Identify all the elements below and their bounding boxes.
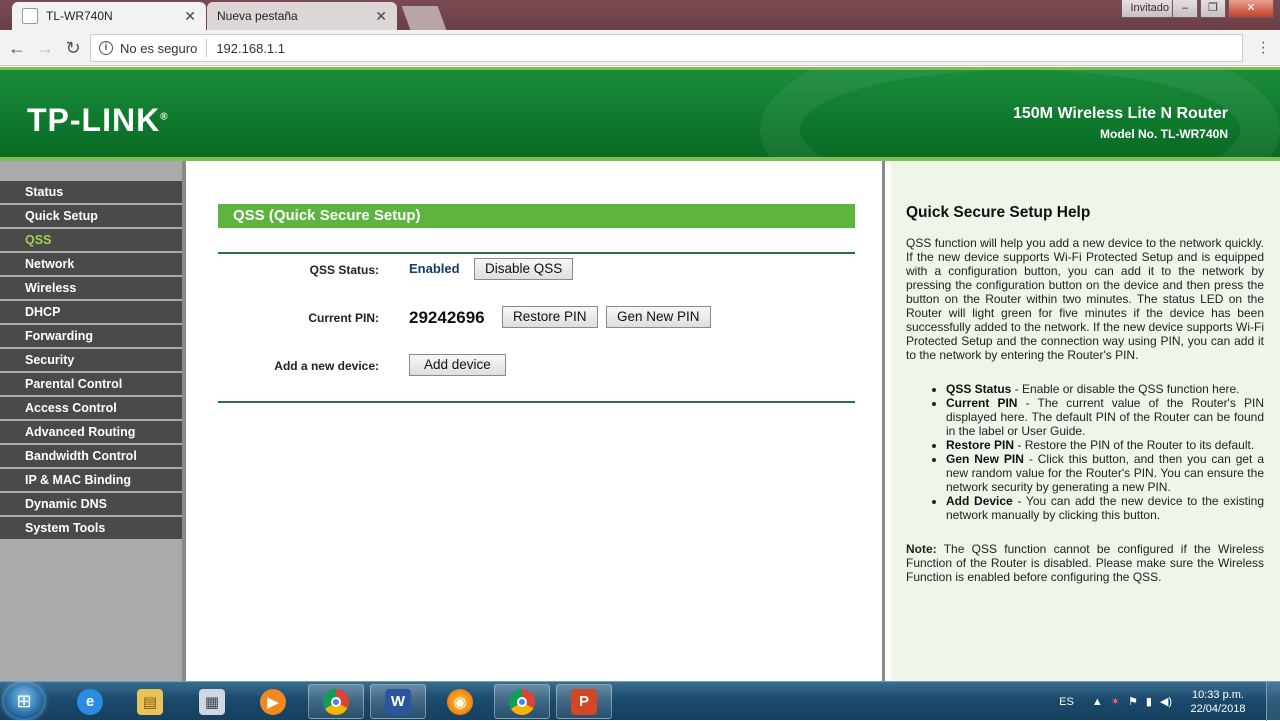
sidebar-item-dhcp[interactable]: DHCP (0, 301, 182, 323)
tab-title: TL-WR740N (46, 9, 113, 23)
sidebar-item-quick-setup[interactable]: Quick Setup (0, 205, 182, 227)
menu-dots-icon[interactable]: · · · (1261, 35, 1266, 61)
help-term: Add Device (946, 494, 1013, 508)
note-text: The QSS function cannot be configured if… (906, 542, 1264, 584)
forward-arrow-icon[interactable]: → (34, 38, 56, 59)
sidebar-item-advanced-routing[interactable]: Advanced Routing (0, 421, 182, 443)
powerpoint-icon[interactable]: P (556, 684, 612, 719)
section-title: QSS (Quick Secure Setup) (218, 204, 855, 228)
current-pin-label: Current PIN: (308, 311, 379, 325)
add-device-label: Add a new device: (274, 359, 379, 373)
chrome-icon[interactable] (494, 684, 550, 719)
tab-title: Nueva pestaña (217, 9, 298, 23)
page-icon (22, 8, 38, 24)
app-tray-icon[interactable]: ✶ (1111, 695, 1120, 708)
new-tab-button[interactable] (401, 6, 447, 30)
sidebar-item-bandwidth-control[interactable]: Bandwidth Control (0, 445, 182, 467)
help-list-item: Current PIN - The current value of the R… (946, 396, 1264, 438)
security-label: No es seguro (120, 40, 198, 56)
clock-time: 10:33 p.m. (1192, 688, 1244, 701)
help-list-item: Restore PIN - Restore the PIN of the Rou… (946, 438, 1264, 452)
minimize-icon[interactable]: – (1172, 0, 1198, 18)
network-icon[interactable]: ▮ (1146, 695, 1152, 708)
sidebar-item-network[interactable]: Network (0, 253, 182, 275)
tp-link-logo: TP-LINK® (27, 102, 169, 138)
sidebar-item-ip-mac-binding[interactable]: IP & MAC Binding (0, 469, 182, 491)
router-header: TP-LINK® 150M Wireless Lite N Router Mod… (0, 67, 1280, 157)
divider (206, 39, 208, 57)
divider (218, 401, 855, 403)
tab-nueva-pestana[interactable]: Nueva pestaña ✕ (207, 2, 397, 30)
media-player-icon[interactable]: ▶ (245, 684, 301, 719)
close-icon[interactable]: ✕ (184, 8, 196, 25)
qss-status-label: QSS Status: (309, 263, 379, 277)
internet-explorer-icon[interactable]: e (62, 684, 118, 719)
help-term: Current PIN (946, 396, 1018, 410)
help-title: Quick Secure Setup Help (906, 204, 1091, 221)
help-term: QSS Status (946, 382, 1012, 396)
action-center-icon[interactable]: ⚑ (1128, 695, 1138, 708)
volume-icon[interactable]: ◀) (1160, 695, 1172, 708)
system-tray: ES ▲ ✶ ⚑ ▮ ◀) 10:33 p.m. 22/04/2018 (1059, 682, 1280, 721)
reload-icon[interactable]: ↻ (62, 38, 84, 59)
close-window-icon[interactable]: ✕ (1228, 0, 1274, 18)
help-list-item: QSS Status - Enable or disable the QSS f… (946, 382, 1264, 396)
add-device-button[interactable]: Add device (409, 354, 506, 376)
language-indicator[interactable]: ES (1059, 696, 1074, 708)
help-description: - Restore the PIN of the Router to its d… (1014, 438, 1255, 452)
guest-badge[interactable]: Invitado (1121, 0, 1178, 18)
sidebar-item-parental-control[interactable]: Parental Control (0, 373, 182, 395)
help-term: Restore PIN (946, 438, 1015, 452)
main-content: QSS (Quick Secure Setup) QSS Status: Ena… (188, 161, 885, 681)
note-label: Note: (906, 542, 937, 556)
sidebar-item-security[interactable]: Security (0, 349, 182, 371)
address-bar[interactable]: i No es seguro 192.168.1.1 (90, 34, 1243, 62)
window-controls: – ❐ ✕ (1172, 0, 1274, 18)
word-icon[interactable]: W (370, 684, 426, 719)
sidebar-item-system-tools[interactable]: System Tools (0, 517, 182, 539)
help-panel: Quick Secure Setup Help QSS function wil… (891, 161, 1280, 681)
help-note: Note: The QSS function cannot be configu… (906, 542, 1264, 584)
maximize-icon[interactable]: ❐ (1200, 0, 1226, 18)
restore-pin-button[interactable]: Restore PIN (502, 306, 598, 328)
sidebar-item-dynamic-dns[interactable]: Dynamic DNS (0, 493, 182, 515)
sidebar-item-qss[interactable]: QSS (0, 229, 182, 251)
close-icon[interactable]: ✕ (375, 8, 387, 25)
current-pin-value: 29242696 (409, 308, 485, 327)
help-term: Gen New PIN (946, 452, 1024, 466)
product-name: 150M Wireless Lite N Router (1012, 105, 1228, 122)
sidebar-item-status[interactable]: Status (0, 181, 182, 203)
file-explorer-icon[interactable]: ▤ (122, 684, 178, 719)
help-list-item: Add Device - You can add the new device … (946, 494, 1264, 522)
firefox-icon[interactable]: ◉ (432, 684, 488, 719)
calculator-icon[interactable]: ▦ (184, 684, 240, 719)
info-icon[interactable]: i (99, 41, 113, 55)
start-button[interactable]: ⊞ (4, 683, 44, 719)
model-number: Model No. TL-WR740N (1100, 127, 1228, 141)
gen-new-pin-button[interactable]: Gen New PIN (606, 306, 711, 328)
sidebar-item-wireless[interactable]: Wireless (0, 277, 182, 299)
browser-toolbar: ← → ↻ i No es seguro 192.168.1.1 · · · (0, 30, 1280, 66)
url-text: 192.168.1.1 (216, 40, 286, 56)
back-arrow-icon[interactable]: ← (6, 38, 28, 59)
chevron-up-icon[interactable]: ▲ (1092, 696, 1103, 708)
clock-date: 22/04/2018 (1190, 702, 1246, 715)
sidebar-menu: Status Quick Setup QSS Network Wireless DHCP F… (0, 161, 186, 681)
windows-taskbar: ⊞ e ▤ ▦ ▶ W ◉ P ES ▲ ✶ ⚑ ▮ ◀) 10:33 p.m.… (0, 681, 1280, 721)
help-list-item: Gen New PIN - Click this button, and the… (946, 452, 1264, 494)
divider (218, 252, 855, 254)
tab-tl-wr740n[interactable]: TL-WR740N ✕ (12, 2, 206, 30)
help-description: - Enable or disable the QSS function her… (1011, 382, 1240, 396)
clock[interactable]: 10:33 p.m. 22/04/2018 (1176, 688, 1260, 716)
qss-status-value: Enabled (409, 261, 460, 276)
help-list: QSS Status - Enable or disable the QSS f… (946, 382, 1264, 522)
show-desktop-button[interactable] (1266, 682, 1280, 721)
sidebar-item-access-control[interactable]: Access Control (0, 397, 182, 419)
chrome-icon[interactable] (308, 684, 364, 719)
sidebar-item-forwarding[interactable]: Forwarding (0, 325, 182, 347)
browser-tab-bar: TL-WR740N ✕ Nueva pestaña ✕ Invitado – ❐… (0, 0, 1280, 30)
help-intro: QSS function will help you add a new dev… (906, 236, 1264, 362)
disable-qss-button[interactable]: Disable QSS (474, 258, 574, 280)
